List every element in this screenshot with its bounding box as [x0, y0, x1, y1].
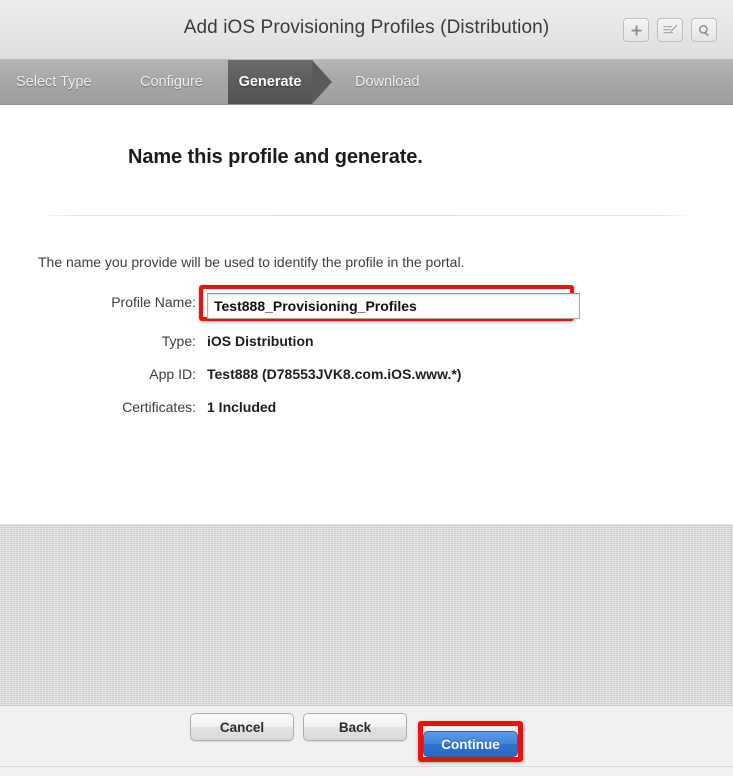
intro-text: The name you provide will be used to ide…	[38, 254, 465, 270]
step-configure[interactable]: Configure	[140, 60, 203, 104]
step-generate-label: Generate	[238, 74, 302, 90]
step-select-type[interactable]: Select Type	[16, 60, 92, 104]
footer-bar: Cancel Back Continue	[0, 705, 733, 776]
step-generate[interactable]: Generate	[228, 60, 332, 104]
section-heading: Name this profile and generate.	[128, 146, 423, 168]
profile-name-label: Profile Name:	[111, 294, 196, 310]
app-id-label: App ID:	[149, 366, 196, 382]
step-download[interactable]: Download	[355, 60, 420, 104]
cancel-button[interactable]: Cancel	[190, 713, 294, 741]
certificates-label: Certificates:	[122, 399, 196, 415]
type-label: Type:	[161, 333, 196, 349]
profile-name-input[interactable]	[207, 293, 580, 319]
wizard-step-bar: Select Type Configure Generate Download	[0, 60, 733, 105]
app-window: Add iOS Provisioning Profiles (Distribut…	[0, 0, 733, 776]
edit-pencil-icon	[663, 24, 678, 37]
type-row: Type: iOS Distribution	[0, 330, 733, 363]
app-id-value: Test888 (D78553JVK8.com.iOS.www.*)	[207, 366, 462, 382]
certificates-row: Certificates: 1 Included	[0, 396, 733, 429]
back-button[interactable]: Back	[303, 713, 407, 741]
app-id-row: App ID: Test888 (D78553JVK8.com.iOS.www.…	[0, 363, 733, 396]
certificates-value: 1 Included	[207, 399, 277, 415]
title-bar: Add iOS Provisioning Profiles (Distribut…	[0, 0, 733, 60]
step-generate-arrow	[312, 60, 332, 104]
profile-name-annotation-box	[199, 285, 580, 321]
edit-button[interactable]	[657, 18, 683, 42]
title-bar-actions	[623, 18, 717, 42]
footer-separator	[0, 766, 733, 767]
divider	[38, 215, 695, 216]
type-value: iOS Distribution	[207, 333, 314, 349]
content-panel: Name this profile and generate. The name…	[0, 105, 733, 524]
add-button[interactable]	[623, 18, 649, 42]
profile-name-row: Profile Name:	[0, 285, 733, 330]
search-icon	[698, 24, 711, 37]
search-button[interactable]	[691, 18, 717, 42]
linen-background	[0, 524, 733, 705]
plus-icon	[630, 24, 643, 37]
profile-form: Profile Name: Type: iOS Distribution App…	[0, 285, 733, 429]
continue-button[interactable]: Continue	[423, 731, 518, 757]
